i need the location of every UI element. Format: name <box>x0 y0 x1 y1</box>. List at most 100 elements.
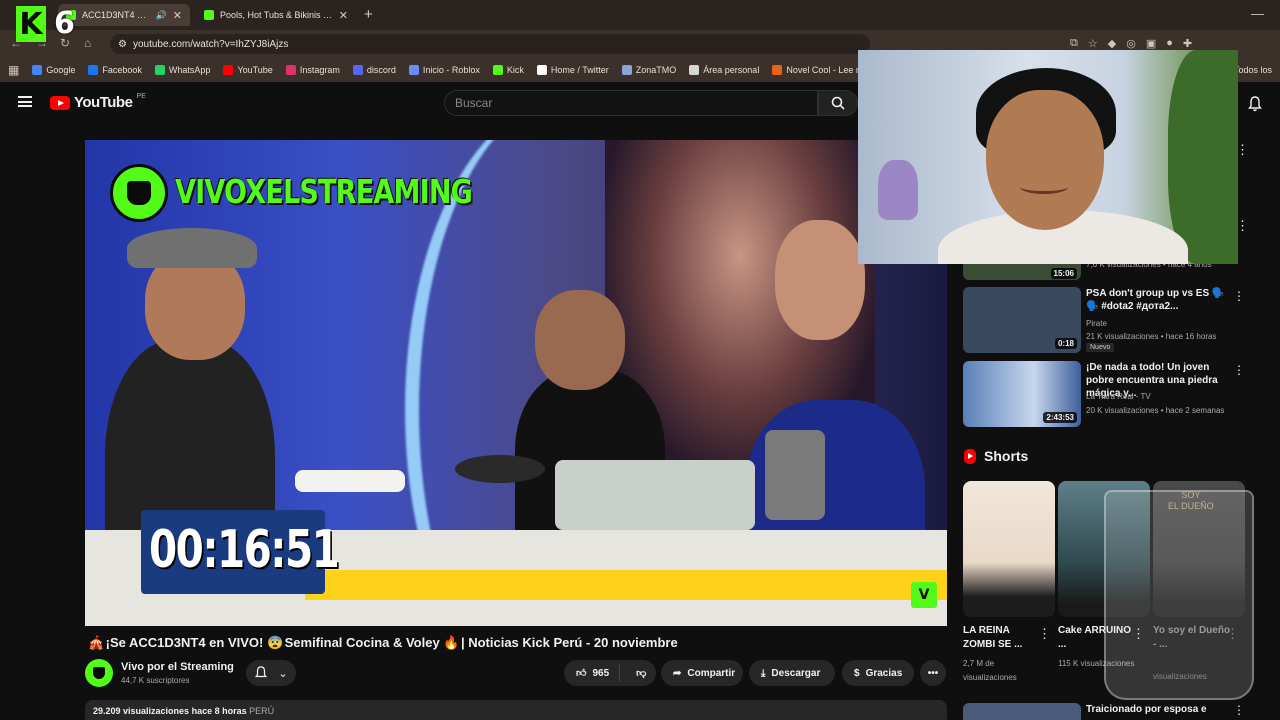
fire-icon: 🔥 <box>443 635 460 650</box>
youtube-wordmark: YouTube <box>74 94 133 111</box>
shorts-icon <box>964 448 976 464</box>
twitter-icon <box>536 65 547 75</box>
more-vert-icon[interactable]: ⋮ <box>1233 289 1245 303</box>
circus-tent-icon: 🎪 <box>88 635 105 650</box>
home-icon[interactable]: ⌂ <box>84 36 91 50</box>
view-count: 29.209 visualizaciones <box>93 706 190 716</box>
rice-tray <box>295 470 405 492</box>
new-badge: Nuevo <box>1086 343 1115 352</box>
kick-icon <box>492 65 503 75</box>
description-box[interactable]: 29.209 visualizaciones hace 8 horas PERÚ <box>85 700 947 720</box>
browser-tab[interactable]: Pools, Hot Tubs & Bikinis Stream ✕ <box>196 4 356 26</box>
extension-icon[interactable]: ◎ <box>1126 37 1136 50</box>
pan <box>455 455 545 483</box>
video-duration: 2:43:53 <box>1043 412 1077 423</box>
more-vert-icon[interactable]: ⋮ <box>1038 626 1051 642</box>
shorts-heading: Shorts <box>964 448 1028 464</box>
channel-avatar[interactable] <box>85 659 113 687</box>
menu-icon[interactable] <box>18 96 32 107</box>
person <box>535 290 625 390</box>
notifications-bell-icon <box>255 666 268 678</box>
extension-icon[interactable]: ● <box>1166 37 1173 50</box>
speaker-icon[interactable]: 🔊 <box>156 10 167 21</box>
install-icon[interactable]: ⧉ <box>1070 37 1078 50</box>
url-field[interactable]: ⚙ youtube.com/watch?v=IhZYJ8iAjzs <box>110 34 870 54</box>
extension-icon[interactable]: ▣ <box>1146 37 1156 50</box>
kick-favicon-icon <box>204 10 214 20</box>
recommendation-item[interactable]: 15:06 7,6 K visualizaciones • hace 4 año… <box>963 260 1243 280</box>
bookmark-star-icon[interactable]: ☆ <box>1088 37 1098 50</box>
video-duration: 15:06 <box>1050 268 1077 279</box>
youtube-logo[interactable]: YouTube PE <box>50 93 146 111</box>
subscribed-button[interactable]: ⌄ <box>246 660 296 686</box>
download-button[interactable]: ⤓ Descargar <box>749 660 835 686</box>
chevron-down-icon: ⌄ <box>278 667 288 680</box>
bookmark-kick[interactable]: Kick <box>492 65 524 75</box>
bookmark-zonatmo[interactable]: ZonaTMO <box>621 65 676 75</box>
discord-icon <box>352 65 363 75</box>
streamer-smile <box>1020 180 1068 194</box>
new-tab-icon[interactable]: + <box>364 6 373 23</box>
recommendation-item[interactable]: 0:18 PSA don't group up vs ES 🗣️🗣️ #dota… <box>963 287 1245 355</box>
bookmark-google[interactable]: Google <box>32 65 75 75</box>
zonatmo-icon <box>621 65 632 75</box>
bookmark-twitter[interactable]: Home / Twitter <box>536 65 609 75</box>
document-icon <box>689 65 700 75</box>
youtube-icon <box>223 65 234 75</box>
extension-icon[interactable]: ◆ <box>1108 37 1116 50</box>
thumbs-down-icon: 👎︎ <box>636 668 647 679</box>
bookmark-area-personal[interactable]: Área personal <box>689 65 759 75</box>
video-duration: 0:18 <box>1054 338 1077 349</box>
more-vert-icon[interactable]: ⋮ <box>1233 363 1245 377</box>
like-button[interactable]: 👍︎ 965 <box>564 664 621 682</box>
more-horizontal-icon: ••• <box>927 667 939 679</box>
tab-title: Pools, Hot Tubs & Bikinis Stream <box>220 10 333 20</box>
bookmark-instagram[interactable]: Instagram <box>285 65 340 75</box>
recommendation-item[interactable]: Traicionado por esposa e ⋮ <box>963 703 1245 720</box>
tab-title: ACC1D3NT4 en VIVO <box>82 10 150 20</box>
channel-name[interactable]: Vivo por el Streaming <box>121 661 234 673</box>
bookmark-whatsapp[interactable]: WhatsApp <box>154 65 210 75</box>
instagram-icon <box>285 65 296 75</box>
person <box>775 220 865 340</box>
short-thumbnail[interactable] <box>963 481 1055 617</box>
dislike-button[interactable]: 👎︎ <box>626 667 656 679</box>
close-tab-icon[interactable]: ✕ <box>339 9 348 22</box>
bookmark-facebook[interactable]: Facebook <box>88 65 142 75</box>
puzzle-icon[interactable]: ✚ <box>1183 37 1192 50</box>
video-player[interactable]: VIVOXELSTREAMING 00:16:51 V <box>85 140 947 626</box>
channel-overlay-logo <box>110 164 168 222</box>
google-icon <box>32 65 43 75</box>
upload-age: hace 8 horas <box>191 706 247 716</box>
more-actions-button[interactable]: ••• <box>920 660 946 686</box>
all-bookmarks[interactable]: Todos los <box>1234 65 1272 75</box>
url-text: youtube.com/watch?v=IhZYJ8iAjzs <box>132 38 289 50</box>
like-count: 965 <box>592 667 610 679</box>
thanks-button[interactable]: $ Gracias <box>842 660 914 686</box>
webcam-overlay <box>858 50 1238 264</box>
search-button[interactable] <box>818 90 858 116</box>
bookmark-roblox[interactable]: Inicio - Roblox <box>408 65 480 75</box>
scared-face-icon: 😨 <box>266 635 284 650</box>
close-tab-icon[interactable]: ✕ <box>173 9 182 22</box>
channel-name: La Tiara Real - TV <box>1086 392 1151 401</box>
counter-light <box>305 570 947 600</box>
whatsapp-icon <box>154 65 165 75</box>
site-info-icon[interactable]: ⚙ <box>118 39 127 50</box>
more-vert-icon[interactable]: ⋮ <box>1233 703 1245 717</box>
glass-overlay-text: SOY EL DUEÑO <box>1168 490 1214 511</box>
share-button[interactable]: ➦ Compartir <box>661 660 743 686</box>
video-thumbnail: 0:18 <box>963 287 1081 353</box>
video-title: Traicionado por esposa e <box>1086 704 1207 715</box>
utensil-holder <box>765 430 825 520</box>
bookmark-discord[interactable]: discord <box>352 65 396 75</box>
short-title[interactable]: LA REINA ZOMBI SE ... <box>963 624 1043 652</box>
person <box>127 228 257 268</box>
notifications-bell-icon[interactable] <box>1248 96 1262 112</box>
minimize-icon[interactable]: — <box>1251 6 1264 21</box>
recommendation-item[interactable]: 2:43:53 ¡De nada a todo! Un joven pobre … <box>963 361 1245 429</box>
search-input[interactable]: Buscar <box>444 90 818 116</box>
apps-grid-icon[interactable]: ▦ <box>8 63 19 77</box>
video-thumbnail: 15:06 <box>963 262 1081 280</box>
bookmark-youtube[interactable]: YouTube <box>223 65 273 75</box>
